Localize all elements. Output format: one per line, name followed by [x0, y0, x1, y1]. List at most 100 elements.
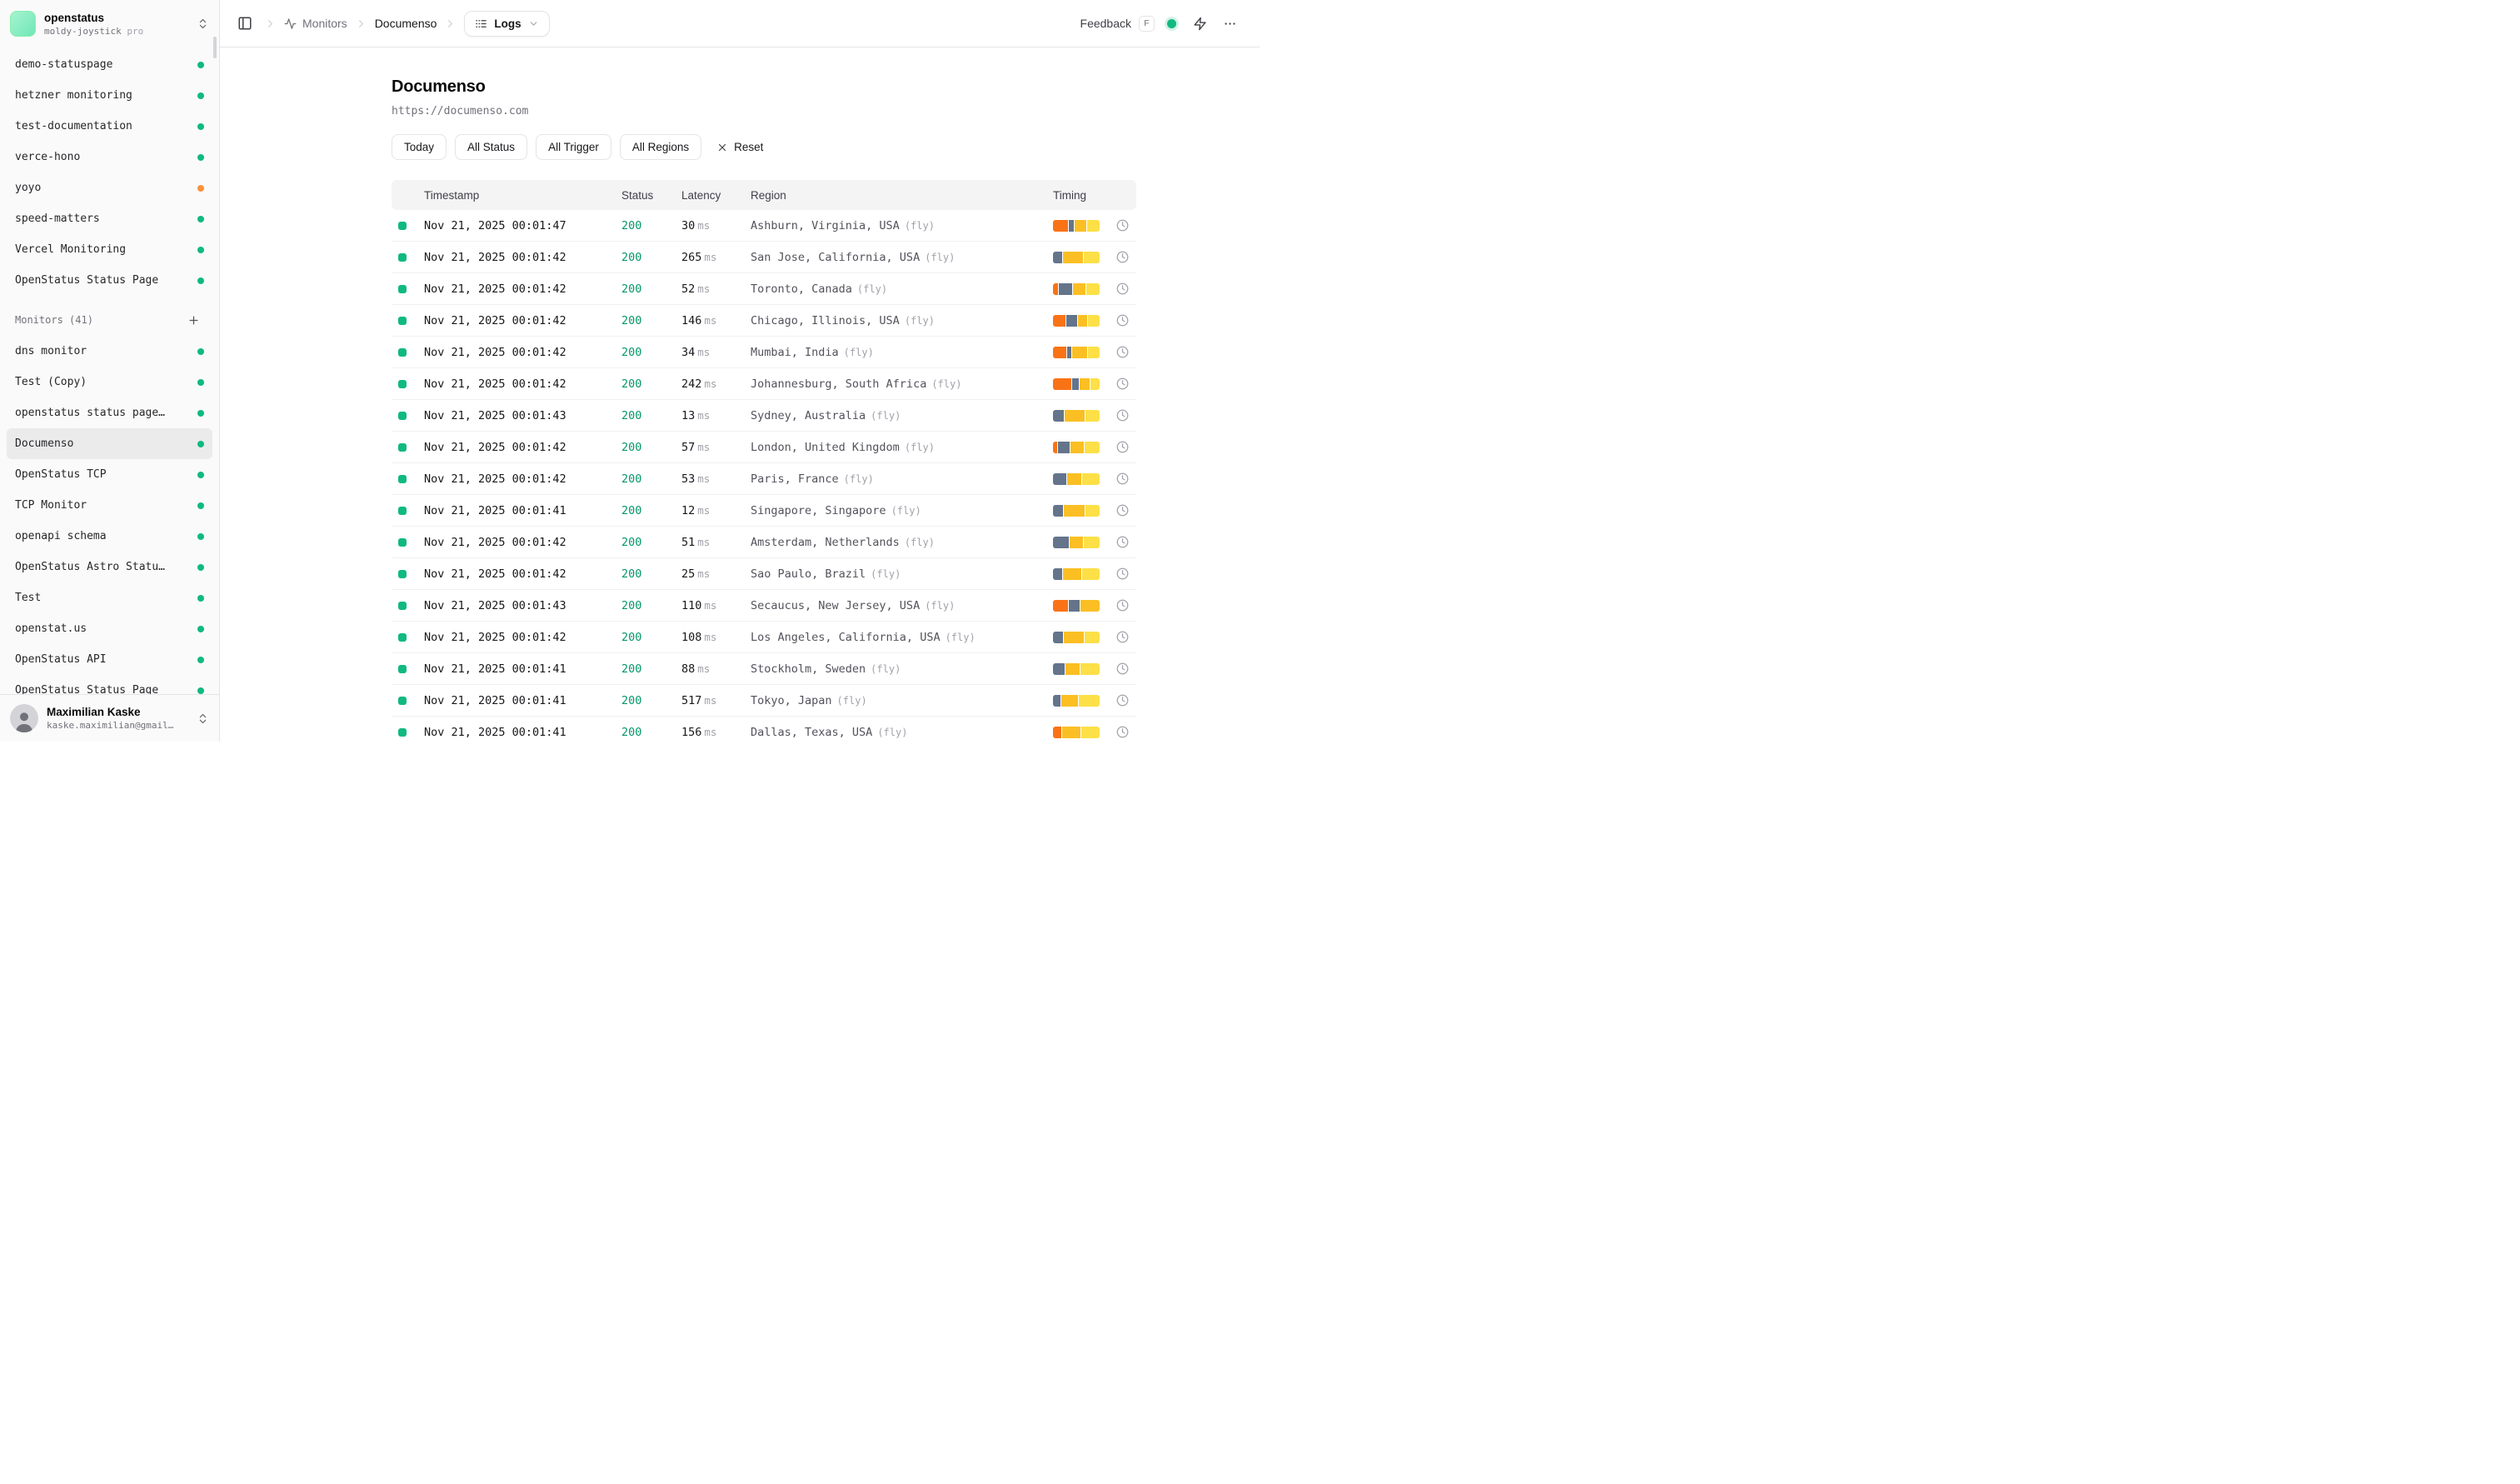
sidebar-item-speed-matters[interactable]: speed-matters [7, 203, 212, 234]
workspace-switcher[interactable]: openstatus moldy-joystick pro [0, 0, 219, 47]
breadcrumb-monitors[interactable]: Monitors [284, 17, 347, 30]
timing-segment-dns [1053, 600, 1068, 612]
status-dot [197, 92, 204, 99]
timing-segment-tls [1067, 473, 1081, 485]
filter-date[interactable]: Today [392, 134, 447, 160]
sidebar-item-dns-monitor[interactable]: dns monitor [7, 336, 212, 367]
log-row[interactable]: Nov 21, 2025 00:01:42200242msJohannesbur… [392, 368, 1136, 400]
sidebar-item-label: TCP Monitor [15, 499, 191, 512]
region-provider: (fly) [946, 632, 976, 643]
sidebar-item-openstatus-api[interactable]: OpenStatus API [7, 644, 212, 675]
timing-segment-connect [1069, 220, 1074, 232]
quick-actions-button[interactable] [1189, 12, 1211, 35]
monitor-url-link[interactable]: https://documenso.com [392, 105, 528, 117]
logs-view-dropdown[interactable]: Logs [464, 11, 549, 37]
status-dot [197, 247, 204, 253]
log-row[interactable]: Nov 21, 2025 00:01:4120088msStockholm, S… [392, 653, 1136, 685]
log-timing-cell [1053, 220, 1108, 232]
workspace-plan: moldy-joystick pro [44, 26, 188, 37]
timing-segment-ttfb [1088, 315, 1100, 327]
filter-status[interactable]: All Status [455, 134, 527, 160]
log-row[interactable]: Nov 21, 2025 00:01:42200146msChicago, Il… [392, 305, 1136, 337]
status-square [398, 728, 407, 737]
timing-bar [1053, 410, 1100, 422]
sidebar-item-test[interactable]: Test [7, 582, 212, 613]
row-status-cell [392, 538, 417, 547]
log-timestamp: Nov 21, 2025 00:01:42 [417, 377, 621, 391]
timing-bar [1053, 568, 1100, 580]
sidebar-item-openstatus-tcp[interactable]: OpenStatus TCP [7, 459, 212, 490]
log-row[interactable]: Nov 21, 2025 00:01:42200265msSan Jose, C… [392, 242, 1136, 273]
log-region: Singapore, Singapore(fly) [751, 504, 1053, 517]
timing-bar [1053, 347, 1100, 358]
sidebar-item-test-documentation[interactable]: test-documentation [7, 111, 212, 142]
sidebar-item-vercel-monitoring[interactable]: Vercel Monitoring [7, 234, 212, 265]
log-row[interactable]: Nov 21, 2025 00:01:41200156msDallas, Tex… [392, 717, 1136, 742]
log-timing-cell [1053, 632, 1108, 643]
status-square [398, 697, 407, 705]
log-timestamp: Nov 21, 2025 00:01:42 [417, 441, 621, 454]
sidebar-toggle-button[interactable] [233, 12, 257, 35]
sidebar-item-documenso[interactable]: Documenso [7, 428, 212, 459]
log-latency: 12ms [681, 504, 751, 517]
log-row[interactable]: Nov 21, 2025 00:01:4320013msSydney, Aust… [392, 400, 1136, 432]
sidebar-item-openstatus-status-page[interactable]: OpenStatus Status Page [7, 265, 212, 296]
sidebar-item-tcp-monitor[interactable]: TCP Monitor [7, 490, 212, 521]
column-timing: Timing [1053, 189, 1108, 202]
log-latency: 110ms [681, 599, 751, 612]
latency-value: 156 [681, 726, 701, 739]
filter-trigger[interactable]: All Trigger [536, 134, 611, 160]
region-name: Johannesburg, South Africa [751, 377, 926, 391]
sidebar-item-openstatus-status-page[interactable]: OpenStatus Status Page [7, 675, 212, 694]
latency-value: 53 [681, 472, 695, 486]
log-row[interactable]: Nov 21, 2025 00:01:4220057msLondon, Unit… [392, 432, 1136, 463]
filter-regions[interactable]: All Regions [620, 134, 701, 160]
sidebar-item-label: verce-hono [15, 151, 191, 163]
clock-icon [1108, 662, 1136, 675]
feedback-button[interactable]: Feedback [1080, 17, 1131, 30]
sidebar-item-test-copy[interactable]: Test (Copy) [7, 367, 212, 397]
log-latency: 34ms [681, 346, 751, 359]
sidebar-scroll-area: demo-statuspage hetzner monitoringtest-do… [0, 47, 219, 694]
workspace-info: openstatus moldy-joystick pro [44, 12, 188, 37]
log-row[interactable]: Nov 21, 2025 00:01:41200517msTokyo, Japa… [392, 685, 1136, 717]
more-options-button[interactable] [1219, 12, 1241, 35]
user-menu[interactable]: Maximilian Kaske kaske.maximilian@gmail… [0, 694, 219, 742]
status-square [398, 665, 407, 673]
log-row[interactable]: Nov 21, 2025 00:01:4220052msToronto, Can… [392, 273, 1136, 305]
sidebar-item-demo-statuspage[interactable]: demo-statuspage [7, 49, 212, 80]
timing-bar [1053, 315, 1100, 327]
sidebar-item-yoyo[interactable]: yoyo [7, 172, 212, 203]
status-square [398, 317, 407, 325]
timing-segment-connect [1053, 568, 1062, 580]
add-monitor-button[interactable] [182, 309, 204, 331]
log-latency: 51ms [681, 536, 751, 549]
connection-status-dot[interactable] [1167, 19, 1176, 28]
log-status-code: 200 [621, 377, 681, 391]
log-row[interactable]: Nov 21, 2025 00:01:4720030msAshburn, Vir… [392, 210, 1136, 242]
log-row[interactable]: Nov 21, 2025 00:01:4220053msParis, Franc… [392, 463, 1136, 495]
log-row[interactable]: Nov 21, 2025 00:01:43200110msSecaucus, N… [392, 590, 1136, 622]
sidebar-scrollbar[interactable] [213, 37, 217, 58]
sidebar-item-openstatus-status-page[interactable]: openstatus status page… [7, 397, 212, 428]
log-row[interactable]: Nov 21, 2025 00:01:4220051msAmsterdam, N… [392, 527, 1136, 558]
sidebar-item-openstatus-astro-statu[interactable]: OpenStatus Astro Statu… [7, 552, 212, 582]
reset-filters-button[interactable]: Reset [710, 135, 770, 159]
column-latency: Latency [681, 189, 751, 202]
sidebar-item-label: dns monitor [15, 345, 191, 357]
clock-icon [1108, 219, 1136, 232]
sidebar-item-openstat-us[interactable]: openstat.us [7, 613, 212, 644]
breadcrumb-monitor-name[interactable]: Documenso [375, 17, 437, 30]
sidebar-item-label: demo-statuspage [15, 58, 191, 71]
log-region: Sydney, Australia(fly) [751, 409, 1053, 422]
log-row[interactable]: Nov 21, 2025 00:01:4120012msSingapore, S… [392, 495, 1136, 527]
latency-unit: ms [697, 662, 710, 675]
log-row[interactable]: Nov 21, 2025 00:01:4220034msMumbai, Indi… [392, 337, 1136, 368]
sidebar-item-hetzner-monitoring[interactable]: hetzner monitoring [7, 80, 212, 111]
sidebar-item-openapi-schema[interactable]: openapi schema [7, 521, 212, 552]
log-region: Toronto, Canada(fly) [751, 282, 1053, 296]
log-row[interactable]: Nov 21, 2025 00:01:42200108msLos Angeles… [392, 622, 1136, 653]
sidebar-item-verce-hono[interactable]: verce-hono [7, 142, 212, 172]
log-row[interactable]: Nov 21, 2025 00:01:4220025msSao Paulo, B… [392, 558, 1136, 590]
chevron-right-icon [444, 17, 457, 30]
